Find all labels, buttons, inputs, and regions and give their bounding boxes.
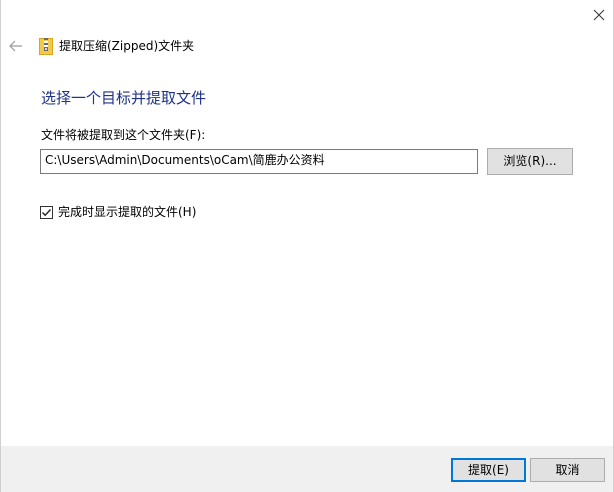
checkmark-icon: [42, 208, 52, 216]
back-arrow-icon[interactable]: [7, 37, 25, 55]
zip-folder-icon: [39, 38, 53, 55]
extract-zip-dialog: 提取压缩(Zipped)文件夹 选择一个目标并提取文件 文件将被提取到这个文件夹…: [0, 0, 614, 492]
show-files-label: 完成时显示提取的文件(H): [58, 205, 197, 219]
close-button[interactable]: [587, 4, 611, 26]
show-files-option[interactable]: 完成时显示提取的文件(H): [40, 204, 196, 220]
show-files-checkbox[interactable]: [40, 205, 53, 219]
page-title: 选择一个目标并提取文件: [41, 89, 207, 107]
nav-title: 提取压缩(Zipped)文件夹: [59, 39, 195, 53]
destination-path-input[interactable]: C:\Users\Admin\Documents\oCam\简鹿办公资料: [40, 149, 478, 174]
extract-button[interactable]: 提取(E): [451, 458, 526, 482]
destination-label: 文件将被提取到这个文件夹(F):: [41, 128, 206, 142]
browse-button[interactable]: 浏览(R)...: [487, 148, 573, 175]
cancel-button[interactable]: 取消: [530, 458, 605, 482]
nav-bar: 提取压缩(Zipped)文件夹: [1, 34, 614, 58]
close-icon: [593, 9, 605, 21]
